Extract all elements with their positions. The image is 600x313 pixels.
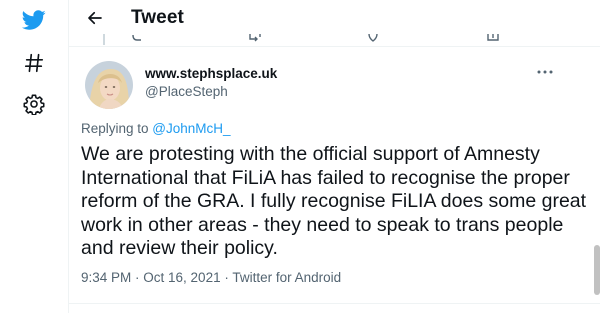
reply-icon[interactable]: [132, 33, 142, 43]
profile-photo: [85, 61, 133, 109]
settings-button[interactable]: [14, 84, 54, 124]
tweet-bottom-divider: [68, 303, 600, 304]
share-icon[interactable]: [487, 33, 499, 43]
tweet-metadata: 9:34 PM · Oct 16, 2021 · Twitter for And…: [81, 270, 341, 285]
thread-connector-line: [103, 34, 105, 45]
back-button[interactable]: [80, 3, 110, 33]
replying-to-label: Replying to: [81, 121, 153, 136]
tweet-date[interactable]: Oct 16, 2021: [143, 270, 220, 285]
hashtag-icon: [24, 53, 44, 73]
gear-icon: [23, 94, 45, 115]
display-name[interactable]: www.stephsplace.uk: [145, 66, 277, 81]
tweet-time[interactable]: 9:34 PM: [81, 270, 131, 285]
avatar[interactable]: [85, 61, 133, 109]
meta-separator: ·: [220, 270, 233, 285]
page-title: Tweet: [131, 7, 184, 28]
main-column: Tweet www.stephsplace.uk @PlaceSteph Rep…: [68, 0, 600, 313]
like-icon[interactable]: [368, 33, 378, 43]
tweet-body: We are protesting with the official supp…: [81, 143, 587, 259]
twitter-bird-icon: [21, 10, 46, 30]
retweet-icon[interactable]: [249, 33, 261, 43]
left-nav: [0, 0, 68, 313]
explore-button[interactable]: [14, 43, 54, 83]
replying-to-line: Replying to @JohnMcH_: [81, 121, 231, 136]
user-handle[interactable]: @PlaceSteph: [145, 84, 228, 99]
page-header: Tweet: [69, 0, 600, 35]
twitter-logo-button[interactable]: [14, 0, 54, 40]
meta-separator: ·: [131, 270, 144, 285]
tweet-source[interactable]: Twitter for Android: [232, 270, 341, 285]
thread-divider: [69, 46, 600, 47]
scrollbar[interactable]: [594, 245, 600, 295]
arrow-left-icon: [88, 11, 102, 25]
replying-to-mention[interactable]: @JohnMcH_: [152, 121, 230, 136]
more-options-icon[interactable]: [535, 66, 555, 78]
